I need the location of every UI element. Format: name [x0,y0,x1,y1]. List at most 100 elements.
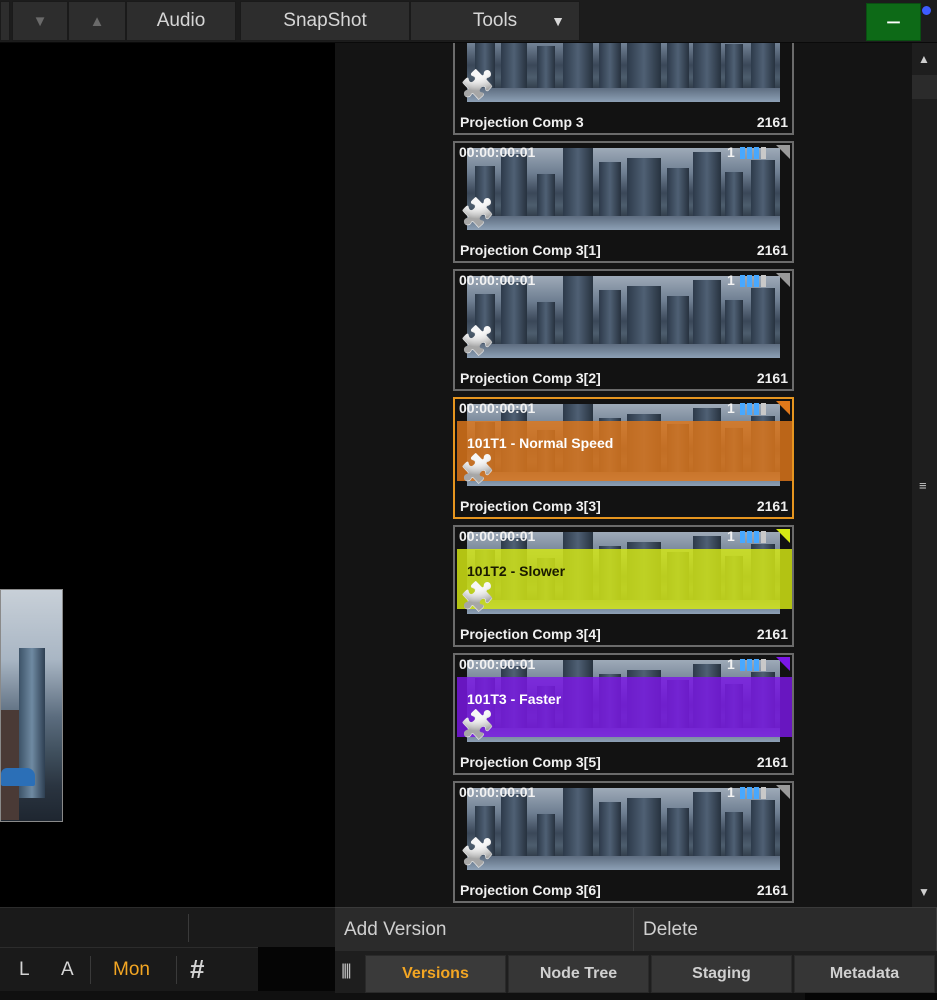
a-button[interactable]: A [61,959,74,981]
app-window: ▼ ▲ Audio SnapShot Tools ▼ − 🧩 Projection… [0,0,937,1000]
thumbnail-building [627,43,661,90]
thumbnail-building [537,814,555,858]
puzzle-icon: 🧩 [460,197,495,228]
grid-icon[interactable]: # [190,954,204,985]
channel-bar [747,531,752,543]
channel-bar [754,787,759,799]
tab-staging[interactable]: Staging [651,955,792,993]
thumbnail-building [563,43,593,90]
tools-label: Tools [472,10,518,31]
puzzle-icon: 🧩 [460,581,495,612]
version-frame-count: 2161 [756,242,788,258]
scroll-grip-icon[interactable]: ≡ [919,479,927,492]
scroll-down-icon[interactable]: ▼ [918,885,930,899]
thumbnail-building [599,162,621,218]
channel-bar [761,531,766,543]
version-timecode: 00:00:00:01 [459,272,536,288]
prev-down-button[interactable]: ▼ [12,1,68,41]
thumbnail-building [693,152,721,218]
thumbnail-building [667,808,689,858]
thumbnail-road [467,344,780,358]
thumbnail-road [467,216,780,230]
thumbnail-building [599,290,621,346]
scroll-up-icon[interactable]: ▲ [918,52,930,66]
thumbnail-building [501,794,527,858]
thumbnail-building [667,296,689,346]
version-frame-count: 2161 [756,754,788,770]
channel-bars [740,659,766,671]
puzzle-icon: 🧩 [460,69,495,100]
channel-bar [754,531,759,543]
tab-node-tree[interactable]: Node Tree [508,955,649,993]
chevron-up-icon: ▲ [89,12,105,30]
channel-bar [761,147,766,159]
channel-bar [761,403,766,415]
divider [176,956,177,984]
snapshot-button[interactable]: SnapShot [240,1,410,41]
tab-metadata[interactable]: Metadata [794,955,935,993]
thumbnail-building [599,802,621,858]
version-name: Projection Comp 3 [460,114,584,130]
version-card[interactable]: 00:00:00:01 1 🧩 Projection Comp 3[2] 2161 [453,269,794,391]
channel-bar [747,659,752,671]
thumbnail-building [537,46,555,90]
delete-button[interactable]: Delete [634,908,937,952]
divider [188,914,189,942]
tools-menu[interactable]: Tools ▼ [410,1,580,41]
version-card[interactable]: 101T1 - Normal Speed 00:00:00:01 1 🧩 Project… [453,397,794,519]
viewer-image [0,589,63,822]
thumbnail-building [751,160,775,218]
tab-versions[interactable]: Versions [365,955,506,993]
thumbnail-road [467,88,780,102]
channel-bars [740,275,766,287]
thumbnail-building [693,280,721,346]
version-card[interactable]: 101T2 - Slower 00:00:00:01 1 🧩 Projection Co… [453,525,794,647]
divider [90,956,91,984]
version-number: 1 [727,272,735,288]
thumbnail-building [563,788,593,858]
channel-bars [740,787,766,799]
puzzle-icon: 🧩 [460,837,495,868]
add-version-button[interactable]: Add Version [335,908,634,952]
thumbnail-building [667,168,689,218]
scroll-thumb[interactable] [912,75,937,99]
thumbnail-building [725,44,743,90]
versions-gallery[interactable]: 🧩 Projection Comp 3 2161 00:00:00:01 1 🧩 Proje… [335,43,912,907]
version-frame-count: 2161 [756,626,788,642]
mon-button[interactable]: Mon [113,959,150,981]
version-card[interactable]: 00:00:00:01 1 🧩 Projection Comp 3[1] 2161 [453,141,794,263]
viewer-panel[interactable] [0,43,335,907]
toolbar-edge [0,1,10,41]
thumbnail-building [627,798,661,858]
version-timecode: 00:00:00:01 [459,144,536,160]
thumbnail-building [627,158,661,218]
audio-button[interactable]: Audio [126,1,236,41]
puzzle-icon: 🧩 [460,325,495,356]
thumbnail-building [627,286,661,346]
version-name: Projection Comp 3[6] [460,882,601,898]
thumbnail-building [563,148,593,218]
tag-overlay [457,677,792,737]
prev-up-button[interactable]: ▲ [68,1,126,41]
channel-bar [747,147,752,159]
l-button[interactable]: L [19,959,30,981]
thumbnail-building [725,172,743,218]
thumbnail-building [751,288,775,346]
version-card[interactable]: 00:00:00:01 1 🧩 Projection Comp 3[6] 2161 [453,781,794,903]
channel-bars [740,403,766,415]
channel-bar [754,147,759,159]
version-thumbnail [467,788,780,870]
version-name: Projection Comp 3[1] [460,242,601,258]
viewer-car [1,768,35,786]
gallery-scrollbar[interactable]: ▲ ≡ ▼ [912,43,937,907]
channel-bar [747,403,752,415]
version-card[interactable]: 101T3 - Faster 00:00:00:01 1 🧩 Projection Co… [453,653,794,775]
version-card[interactable]: 🧩 Projection Comp 3 2161 [453,43,794,135]
thumbnail-building [599,43,621,90]
thumbnail-building [725,812,743,858]
minimize-button[interactable]: − [866,3,921,41]
channel-bar [761,659,766,671]
thumbnail-building [501,282,527,346]
drag-handle-icon[interactable]: |||| [341,962,352,980]
thumbnail-building [537,302,555,346]
